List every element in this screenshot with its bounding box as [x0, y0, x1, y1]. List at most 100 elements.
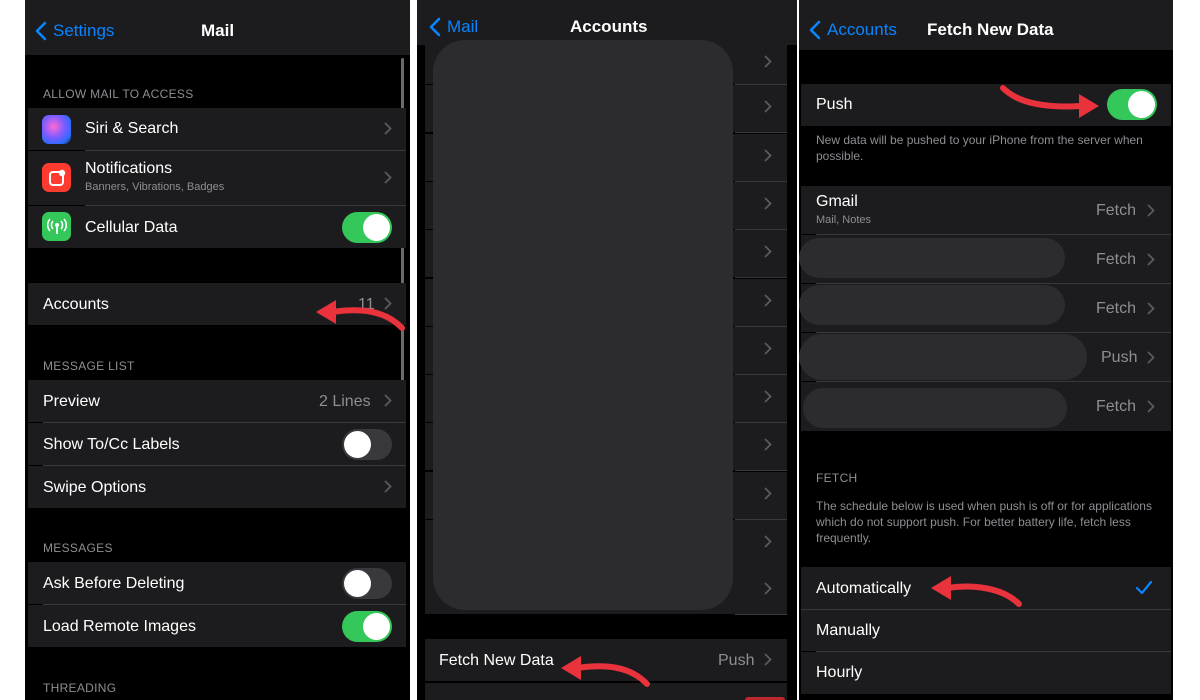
accounts-nav-bar: Mail Accounts	[417, 0, 797, 45]
swipe-options-row[interactable]: Swipe Options	[28, 466, 406, 508]
chevron-right-icon	[384, 122, 392, 135]
chevron-right-icon	[1147, 253, 1155, 266]
preview-label: Preview	[43, 393, 100, 410]
mail-settings-screen: Settings Mail ALLOW MAIL TO ACCESS Siri …	[25, 0, 410, 700]
chevron-right-icon	[384, 480, 392, 493]
chevron-left-icon	[35, 21, 47, 41]
cellular-antenna-icon	[42, 212, 71, 241]
back-label: Mail	[447, 17, 479, 36]
preview-row[interactable]: Preview 2 Lines	[28, 380, 406, 422]
cellular-data-label: Cellular Data	[85, 219, 178, 236]
chevron-left-icon	[429, 17, 441, 37]
show-tocc-label: Show To/Cc Labels	[43, 436, 180, 453]
red-arrow-annotation	[1000, 85, 1099, 118]
load-remote-images-row: Load Remote Images	[28, 605, 406, 647]
siri-search-label: Siri & Search	[85, 120, 179, 137]
accounts-screen: Mail Accounts Fetch New Data Push	[417, 0, 797, 700]
chevron-right-icon	[764, 582, 772, 595]
load-remote-images-label: Load Remote Images	[43, 618, 196, 635]
notifications-label: Notifications	[85, 160, 173, 177]
chevron-right-icon	[764, 487, 772, 500]
divider	[735, 470, 787, 471]
chevron-right-icon	[764, 535, 772, 548]
siri-icon	[42, 115, 71, 144]
preview-value: 2 Lines	[319, 393, 371, 410]
siri-search-row[interactable]: Siri & Search	[28, 108, 406, 150]
chevron-right-icon	[764, 438, 772, 451]
page-title: Fetch New Data	[927, 20, 1054, 39]
redacted-accounts-overlay	[433, 40, 733, 610]
schedule-option-label: Hourly	[816, 664, 863, 681]
mail-nav-bar: Settings Mail	[25, 0, 410, 55]
chevron-right-icon	[764, 245, 772, 258]
chevron-right-icon	[1147, 302, 1155, 315]
ask-before-deleting-toggle[interactable]	[342, 568, 392, 599]
redacted-account-name	[803, 388, 1067, 428]
schedule-option-label: Automatically	[816, 580, 912, 597]
back-to-settings-button[interactable]: Settings	[35, 21, 114, 41]
divider	[735, 277, 787, 278]
account-fetch-value: Push	[1101, 349, 1138, 366]
section-header-fetch: FETCH	[816, 471, 858, 485]
section-header-message-list: MESSAGE LIST	[43, 359, 135, 373]
schedule-manually-row[interactable]: Manually	[801, 610, 1171, 651]
notifications-row[interactable]: Notifications Banners, Vibrations, Badge…	[28, 151, 406, 205]
section-header-messages: MESSAGES	[43, 541, 113, 555]
chevron-right-icon	[764, 653, 772, 666]
notifications-sub: Banners, Vibrations, Badges	[85, 181, 225, 193]
divider	[735, 132, 787, 133]
cellular-data-row: Cellular Data	[28, 206, 406, 248]
push-footer: New data will be pushed to your iPhone f…	[816, 133, 1143, 163]
gmail-fetch-value: Fetch	[1096, 202, 1137, 219]
red-arrow-annotation	[561, 656, 650, 687]
page-title: Accounts	[570, 17, 648, 36]
chevron-left-icon	[809, 20, 821, 40]
chevron-right-icon	[384, 171, 392, 184]
redacted-account-name	[799, 285, 1065, 325]
show-tocc-toggle[interactable]	[342, 429, 392, 460]
load-remote-images-toggle[interactable]	[342, 611, 392, 642]
swipe-options-label: Swipe Options	[43, 479, 147, 496]
back-label: Accounts	[827, 20, 897, 39]
fetch-nav-bar: Accounts Fetch New Data	[799, 0, 1173, 50]
push-toggle[interactable]	[1107, 89, 1157, 120]
accounts-label: Accounts	[43, 296, 109, 313]
account-fetch-value: Fetch	[1096, 300, 1137, 317]
push-row: Push	[801, 84, 1171, 126]
cellular-data-toggle[interactable]	[342, 212, 392, 243]
fetch-footer: The schedule below is used when push is …	[816, 499, 1152, 545]
section-header-threading: THREADING	[43, 681, 117, 695]
ask-before-deleting-row: Ask Before Deleting	[28, 562, 406, 604]
divider	[735, 614, 787, 615]
section-header-allow-access: ALLOW MAIL TO ACCESS	[43, 87, 194, 101]
schedule-option-label: Manually	[816, 622, 881, 639]
chevron-right-icon	[764, 390, 772, 403]
account-fetch-value: Fetch	[1096, 398, 1137, 415]
red-arrow-annotation	[931, 576, 1022, 607]
chevron-right-icon	[764, 100, 772, 113]
back-label: Settings	[53, 21, 115, 40]
red-arrow-annotation	[316, 300, 405, 331]
chevron-right-icon	[1147, 400, 1155, 413]
chevron-right-icon	[1147, 351, 1155, 364]
gmail-row[interactable]: Gmail Mail, Notes Fetch	[801, 186, 1171, 234]
fetch-new-data-label: Fetch New Data	[439, 652, 554, 669]
chevron-right-icon	[764, 294, 772, 307]
back-to-mail-button[interactable]: Mail	[429, 17, 478, 37]
back-to-accounts-button[interactable]: Accounts	[809, 20, 897, 40]
fetch-new-data-screen: Accounts Fetch New Data Push New data wi…	[799, 0, 1173, 700]
checkmark-icon	[1135, 580, 1153, 595]
gmail-sub: Mail, Notes	[816, 214, 872, 226]
chevron-right-icon	[764, 342, 772, 355]
chevron-right-icon	[764, 55, 772, 68]
chevron-right-icon	[1147, 204, 1155, 217]
ask-before-deleting-label: Ask Before Deleting	[43, 575, 185, 592]
account-fetch-value: Fetch	[1096, 251, 1137, 268]
redacted-account-name	[799, 334, 1087, 380]
chevron-right-icon	[764, 149, 772, 162]
notifications-icon	[42, 163, 71, 192]
schedule-hourly-row[interactable]: Hourly	[801, 652, 1171, 694]
push-label: Push	[816, 96, 853, 113]
fetch-new-data-value: Push	[718, 652, 755, 669]
gmail-label: Gmail	[816, 193, 858, 210]
